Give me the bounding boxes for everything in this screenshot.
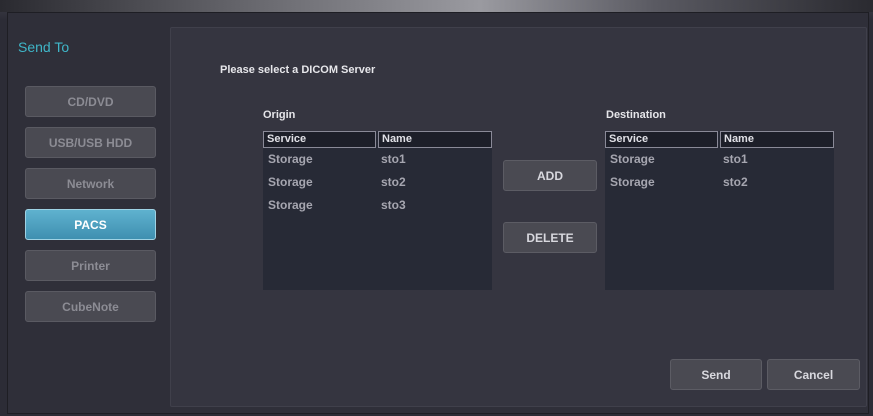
origin-label: Origin	[263, 109, 296, 121]
select-server-prompt: Please select a DICOM Server	[220, 64, 376, 76]
origin-row-name: sto1	[381, 152, 406, 166]
destination-list[interactable]: Service Name Storage sto1 Storage sto2	[605, 131, 834, 290]
table-row[interactable]: Storage sto3	[263, 195, 492, 215]
destination-row-name: sto1	[723, 152, 748, 166]
destination-list-header: Service Name	[605, 131, 834, 148]
destination-header-service[interactable]: Service	[605, 131, 718, 148]
delete-button[interactable]: DELETE	[503, 222, 597, 253]
table-row[interactable]: Storage sto2	[263, 172, 492, 192]
origin-header-name[interactable]: Name	[378, 131, 492, 148]
table-row[interactable]: Storage sto1	[605, 149, 834, 169]
origin-row-service: Storage	[268, 152, 313, 166]
origin-list[interactable]: Service Name Storage sto1 Storage sto2 S…	[263, 131, 492, 290]
destination-header-name[interactable]: Name	[720, 131, 834, 148]
origin-header-service[interactable]: Service	[263, 131, 376, 148]
app-frame: Send To CD/DVD USB/USB HDD Network PACS …	[0, 0, 873, 416]
sidebar-item-cd-dvd[interactable]: CD/DVD	[25, 86, 156, 117]
destination-row-name: sto2	[723, 175, 748, 189]
origin-row-service: Storage	[268, 175, 313, 189]
origin-list-header: Service Name	[263, 131, 492, 148]
top-strip	[0, 0, 873, 12]
destination-label: Destination	[606, 109, 666, 121]
sidebar-item-usb-hdd[interactable]: USB/USB HDD	[25, 127, 156, 158]
cancel-button[interactable]: Cancel	[767, 359, 860, 390]
destination-row-service: Storage	[610, 175, 655, 189]
destination-row-service: Storage	[610, 152, 655, 166]
sidebar-item-cubenote[interactable]: CubeNote	[25, 291, 156, 322]
origin-row-name: sto2	[381, 175, 406, 189]
send-button[interactable]: Send	[670, 359, 762, 390]
sidebar-item-pacs[interactable]: PACS	[25, 209, 156, 240]
sidebar-item-network[interactable]: Network	[25, 168, 156, 199]
table-row[interactable]: Storage sto1	[263, 149, 492, 169]
dialog-title: Send To	[18, 39, 70, 55]
table-row[interactable]: Storage sto2	[605, 172, 834, 192]
sidebar-item-printer[interactable]: Printer	[25, 250, 156, 281]
origin-row-name: sto3	[381, 198, 406, 212]
origin-row-service: Storage	[268, 198, 313, 212]
add-button[interactable]: ADD	[503, 160, 597, 191]
